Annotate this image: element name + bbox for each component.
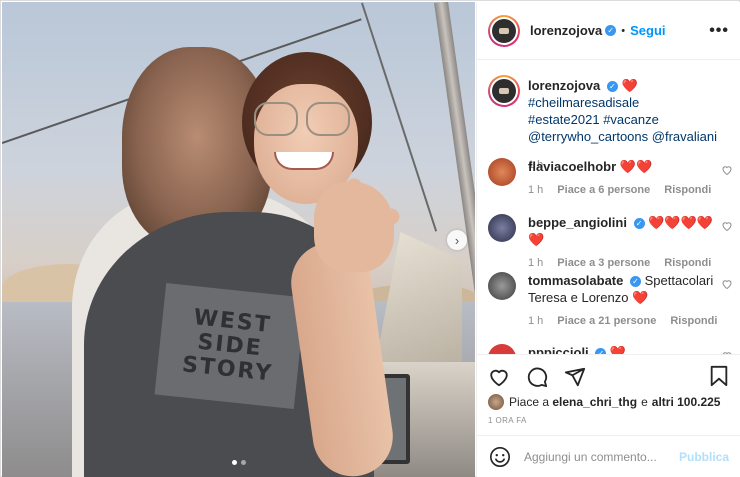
comment-meta: 1 h Piace a 21 persone Rispondi <box>528 313 718 330</box>
comment-input[interactable] <box>523 450 679 464</box>
next-photo-button[interactable]: › <box>447 230 467 250</box>
caption-username[interactable]: lorenzojova <box>528 78 600 93</box>
likes-count-link[interactable]: altri 100.225 <box>652 395 721 409</box>
carousel-indicator <box>232 460 246 465</box>
more-options-icon[interactable]: ••• <box>709 22 729 40</box>
heart-icon <box>490 369 508 387</box>
carousel-dot <box>232 460 237 465</box>
comment-body: flaviacoelhobr ❤️❤️ 1 h Piace a 6 person… <box>528 158 718 199</box>
glasses <box>252 102 352 138</box>
reply-button[interactable]: Rispondi <box>664 182 711 199</box>
comment-button[interactable] <box>525 365 549 389</box>
mention-link[interactable]: @fravaliani <box>652 129 717 144</box>
commenter-avatar[interactable] <box>488 272 516 300</box>
like-button[interactable] <box>487 365 511 389</box>
commenter-avatar[interactable] <box>488 344 516 354</box>
tshirt-print: WEST SIDE STORY <box>154 282 306 410</box>
follow-button[interactable]: Segui <box>630 23 665 38</box>
comment-likes-link[interactable]: Piace a 6 persone <box>557 182 650 199</box>
post-actions: Piace a elena_chri_thg e altri 100.225 1… <box>477 354 740 477</box>
reply-button[interactable]: Rispondi <box>664 255 711 272</box>
comment-likes-link[interactable]: Piace a 3 persone <box>557 255 650 272</box>
post-photo[interactable]: WEST SIDE STORY › <box>2 2 475 477</box>
commenter-username[interactable]: beppe_angiolini <box>528 215 627 230</box>
comment-timestamp[interactable]: 1 h <box>528 313 543 330</box>
add-comment-bar: Pubblica <box>477 435 740 477</box>
post-header: lorenzojova ✓ • Segui ••• <box>477 2 740 60</box>
comment-body: beppe_angiolini ✓ ❤️❤️❤️❤️❤️ 1 h Piace a… <box>528 214 718 272</box>
comment-text: ❤️❤️ <box>619 159 653 174</box>
post-container: WEST SIDE STORY › lorenzojova ✓ • Segui … <box>0 0 740 477</box>
publish-button[interactable]: Pubblica <box>679 450 729 464</box>
liked-by-prefix: Piace a <box>509 395 550 409</box>
action-icons <box>487 365 587 389</box>
like-comment-button[interactable] <box>721 220 733 235</box>
comments-list[interactable]: lorenzojova ✓ ❤️ #cheilmaresadisale #esta… <box>477 61 740 354</box>
like-comment-button[interactable] <box>721 278 733 293</box>
separator-dot: • <box>621 24 626 37</box>
liked-by-conjunction: e <box>641 395 648 409</box>
bookmark-icon <box>710 365 728 387</box>
hashtag-link[interactable]: #estate2021 <box>528 112 600 127</box>
save-button[interactable] <box>709 365 729 392</box>
liked-by-summary: Piace a elena_chri_thg e altri 100.225 <box>488 394 720 410</box>
chevron-right-icon: › <box>454 232 460 248</box>
comment-body: pppiccioli ✓ ❤️ <box>528 344 718 354</box>
author-avatar[interactable] <box>488 14 520 47</box>
heart-outline-icon <box>722 222 732 232</box>
comment-meta: 1 h Piace a 3 persone Rispondi <box>528 255 718 272</box>
commenter-username[interactable]: flaviacoelhobr <box>528 159 616 174</box>
post-side-panel: lorenzojova ✓ • Segui ••• lorenzojova ✓ … <box>476 2 740 477</box>
commenter-avatar[interactable] <box>488 214 516 242</box>
post-timestamp[interactable]: 1 ORA FA <box>488 416 527 425</box>
smile <box>274 152 334 170</box>
emoji-smiley-icon <box>490 447 511 467</box>
carousel-dot <box>241 460 246 465</box>
verified-badge-icon: ✓ <box>633 218 645 230</box>
comment-meta: 1 h Piace a 6 persone Rispondi <box>528 182 718 199</box>
comment-timestamp[interactable]: 1 h <box>528 182 543 199</box>
emoji-button[interactable] <box>489 445 512 469</box>
paper-plane-icon <box>564 367 586 387</box>
share-button[interactable] <box>563 365 587 389</box>
author-avatar[interactable] <box>488 75 520 107</box>
verified-badge-icon: ✓ <box>605 25 617 36</box>
comment-bubble-icon <box>527 367 548 388</box>
reply-button[interactable]: Rispondi <box>670 313 717 330</box>
comment-body: tommasolabate ✓ Spettacolari Teresa e Lo… <box>528 272 718 330</box>
like-comment-button[interactable] <box>721 164 733 179</box>
heart-outline-icon <box>722 166 732 176</box>
hashtag-link[interactable]: #vacanze <box>603 112 659 127</box>
liker-username[interactable]: elena_chri_thg <box>552 395 637 409</box>
hashtag-link[interactable]: #cheilmaresadisale <box>528 95 639 110</box>
comment-likes-link[interactable]: Piace a 21 persone <box>557 313 656 330</box>
heart-emoji: ❤️ <box>621 78 638 93</box>
commenter-username[interactable]: pppiccioli <box>528 345 589 354</box>
verified-badge-icon: ✓ <box>630 276 641 288</box>
heart-outline-icon <box>722 280 732 290</box>
mention-link[interactable]: @terrywho_cartoons <box>528 129 648 144</box>
liker-avatar[interactable] <box>488 394 504 410</box>
verified-badge-icon: ✓ <box>606 81 618 93</box>
author-username[interactable]: lorenzojova <box>530 23 602 38</box>
comment-timestamp[interactable]: 1 h <box>528 255 543 272</box>
commenter-avatar[interactable] <box>488 158 516 186</box>
comment-text: ❤️ <box>609 345 627 354</box>
commenter-username[interactable]: tommasolabate <box>528 273 623 288</box>
